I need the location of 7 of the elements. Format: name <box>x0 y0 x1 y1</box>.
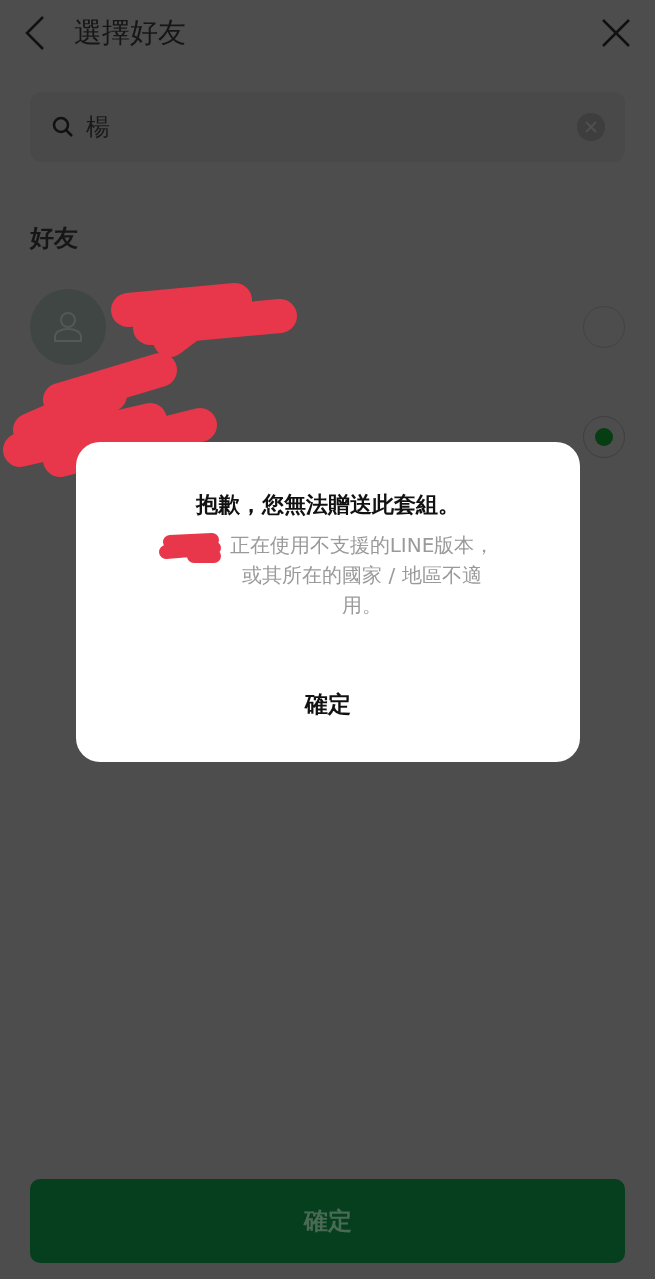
redaction-scribble <box>158 530 222 566</box>
dialog-message: 正在使用不支援的LINE版本，或其所在的國家 / 地區不適用。 <box>228 532 496 619</box>
back-icon <box>24 15 46 51</box>
close-icon <box>601 18 631 48</box>
dialog-title: 抱歉，您無法贈送此套組。 <box>196 491 460 519</box>
ok-button[interactable]: 確定 <box>295 685 361 724</box>
search-icon <box>52 116 74 138</box>
